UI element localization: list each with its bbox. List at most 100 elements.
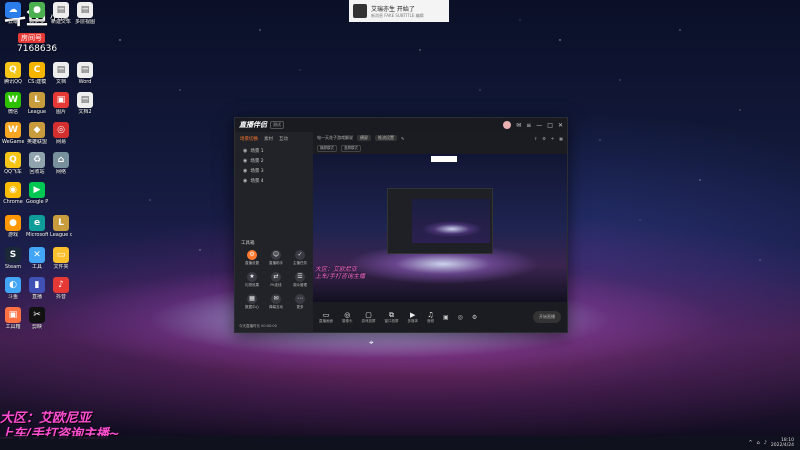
desktop-icon-label: 英雄联盟	[26, 139, 47, 145]
stream-preview[interactable]: 大区：艾欧尼亚 上车/手打咨询主播	[313, 154, 567, 302]
tray-up-icon[interactable]: ^	[748, 440, 752, 446]
mic-icon[interactable]: ◎	[458, 314, 463, 321]
volume-icon[interactable]: ♪	[764, 440, 767, 446]
desktop-icon[interactable]: ▤ 新建文本	[50, 2, 72, 25]
app-icon: ◎	[53, 122, 69, 138]
landscape-mode-chip[interactable]: 横屏模式	[317, 145, 337, 152]
stream-title[interactable]: 电一天花子游戏解说	[317, 135, 353, 141]
desktop-icon-label: League	[27, 109, 47, 115]
tab-interact[interactable]: 互动	[279, 136, 288, 142]
tool-item[interactable]: ☺ 直播助手	[265, 250, 287, 266]
tool-item[interactable]: ☰ 观众管理	[289, 272, 311, 288]
camera-icon[interactable]: ▣	[443, 314, 449, 321]
desktop-icon[interactable]: L League	[26, 92, 48, 115]
desktop-icon[interactable]: ▶Google Play	[26, 182, 48, 205]
minimize-icon[interactable]: —	[536, 122, 542, 129]
desktop-icon[interactable]: ◉ Chrome	[2, 182, 24, 205]
desktop-icon[interactable]: S Steam	[2, 247, 24, 270]
source-action-button[interactable]: ▭ 直播画面	[319, 311, 333, 324]
menu-icon[interactable]: ≡	[526, 122, 531, 129]
window-controls: ✉ ≡ — □ ✕	[503, 121, 563, 129]
desktop-icon[interactable]: ◆ 英雄联盟	[26, 122, 48, 145]
desktop-icon[interactable]: ▣ 工具箱	[2, 307, 24, 330]
desktop-icon[interactable]: ☁ 云端	[2, 2, 24, 25]
desktop-icon[interactable]: ◎ 网易	[50, 122, 72, 145]
network-icon[interactable]: ⌂	[757, 440, 760, 446]
tool-icon: ★	[247, 272, 257, 282]
scene-item[interactable]: ◉ 场景 1	[235, 146, 313, 156]
maximize-icon[interactable]: □	[547, 122, 553, 129]
source-action-button[interactable]: ◎ 摄像头	[342, 311, 353, 324]
source-action-button[interactable]: ▢ 游戏投屏	[362, 311, 376, 324]
desktop-icon-label: 文档2	[78, 109, 92, 115]
desktop-icon[interactable]: ▭ 文件夹	[50, 247, 72, 270]
settings-icon[interactable]: ⚙	[472, 314, 477, 321]
main-area: 电一天花子游戏解说 横屏 推流设置 ✎ ⇪ ⚙ ⚭ ▦ 横屏模式 竖屏模式 大区…	[313, 132, 567, 332]
source-action-button[interactable]: ♫ 音频	[427, 311, 434, 324]
tool-label: 弹幕互动	[269, 305, 283, 309]
desktop-icon[interactable]: ● 游戏	[2, 215, 24, 238]
tab-materials[interactable]: 素材	[264, 136, 273, 142]
eye-icon[interactable]: ◉	[243, 178, 247, 184]
source-action-button[interactable]: ⧉ 窗口投屏	[385, 311, 399, 324]
eye-icon[interactable]: ◉	[243, 148, 247, 154]
clock[interactable]: 18:10 2022/4/24	[771, 438, 794, 448]
desktop-icon[interactable]: ▮ 直播	[26, 277, 48, 300]
user-avatar[interactable]	[503, 121, 512, 129]
desktop-icon-label: 直播	[31, 294, 42, 300]
app-badge[interactable]: 测试	[270, 121, 284, 129]
tool-item[interactable]: ⋯ 更多	[289, 294, 311, 310]
eye-icon[interactable]: ◉	[243, 168, 247, 174]
tool-item[interactable]: ⚙ 直播设置	[241, 250, 263, 266]
share-icon[interactable]: ⇪	[534, 136, 537, 141]
app-icon: ◆	[29, 122, 45, 138]
desktop-icon[interactable]: Q QQ飞车	[2, 152, 24, 175]
start-live-button[interactable]: 开始直播	[533, 311, 561, 323]
notification-toast[interactable]: 艾瑞亦生 开始了 新消息 FAKE SUBTITLE 编辑	[349, 0, 449, 22]
tool-item[interactable]: ▦ 数据中心	[241, 294, 263, 310]
desktop-icon[interactable]: ▤ 文档	[50, 62, 72, 85]
push-settings-pill[interactable]: 推流设置	[375, 135, 397, 141]
desktop-icon[interactable]: ♻ 回收站	[26, 152, 48, 175]
portrait-mode-chip[interactable]: 竖屏模式	[341, 145, 361, 152]
desktop-icon[interactable]: ✕ 工具	[26, 247, 48, 270]
desktop-icon[interactable]: Q 腾讯QQ	[2, 62, 24, 85]
scene-item[interactable]: ◉ 场景 3	[235, 166, 313, 176]
scene-item[interactable]: ◉ 场景 4	[235, 176, 313, 186]
scene-label: 场景 4	[250, 179, 264, 184]
desktop-icon-label: 抖音	[55, 294, 66, 300]
desktop-icon[interactable]: ▤ Word	[74, 62, 96, 85]
edit-icon[interactable]: ✎	[401, 136, 404, 141]
app-icon: ▭	[53, 247, 69, 263]
desktop-icon[interactable]: ▤ 文档2	[74, 92, 96, 115]
desktop-icon[interactable]: W WeGame	[2, 122, 24, 145]
desktop-icon[interactable]: ▤ 多层视图	[74, 2, 96, 25]
desktop-icon[interactable]: eMicrosoft Edge	[26, 215, 48, 238]
desktop-icon[interactable]: ✂ 剪映	[26, 307, 48, 330]
tool-item[interactable]: ⇄ Pk连线	[265, 272, 287, 288]
scene-item[interactable]: ◉ 场景 2	[235, 156, 313, 166]
source-action-button[interactable]: ▶ 多媒体	[408, 311, 419, 324]
orientation-pill[interactable]: 横屏	[357, 135, 371, 141]
desktop-icon[interactable]: C CS:建模	[26, 62, 48, 85]
source-action-icon: ◎	[344, 310, 351, 319]
source-action-label: 游戏投屏	[361, 318, 376, 323]
desktop-icon[interactable]: W 微信	[2, 92, 24, 115]
link-icon[interactable]: ⚭	[551, 136, 554, 141]
tab-scenes[interactable]: 场景切换	[240, 136, 258, 142]
tool-icon: ⇄	[271, 272, 281, 282]
eye-icon[interactable]: ◉	[243, 158, 247, 164]
desktop-icon[interactable]: LLeague of Legends	[50, 215, 72, 238]
tool-item[interactable]: ★ 礼物效果	[241, 272, 263, 288]
close-icon[interactable]: ✕	[558, 122, 563, 129]
desktop-icon[interactable]: ● 欧尼亚	[26, 2, 48, 25]
desktop-icon[interactable]: ▣ 图片	[50, 92, 72, 115]
desktop-icon[interactable]: ⌂ 网络	[50, 152, 72, 175]
tool-item[interactable]: ✓ 主播任务	[289, 250, 311, 266]
tool-item[interactable]: ✉ 弹幕互动	[265, 294, 287, 310]
layout-icon[interactable]: ▦	[559, 136, 563, 141]
desktop-icon[interactable]: ◐ 斗鱼	[2, 277, 24, 300]
desktop-icon[interactable]: ♪ 抖音	[50, 277, 72, 300]
gear-icon[interactable]: ⚙	[542, 136, 546, 141]
mail-icon[interactable]: ✉	[516, 122, 521, 129]
